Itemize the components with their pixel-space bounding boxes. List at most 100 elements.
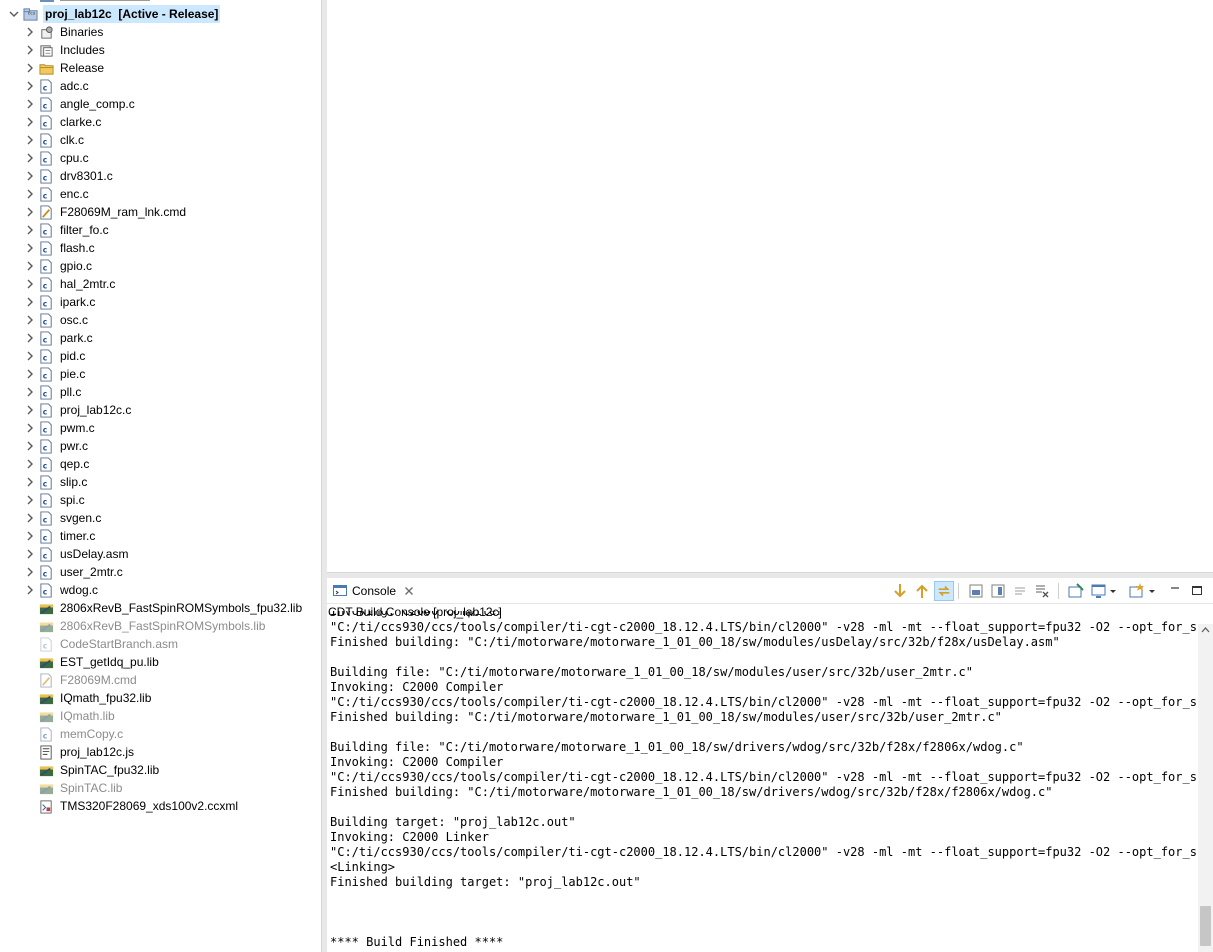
tree-item[interactable]: c pll.c (24, 383, 318, 401)
tree-item[interactable]: EST_getIdq_pu.lib (24, 653, 318, 671)
chevron-right-icon[interactable] (24, 329, 36, 347)
tree-item[interactable]: Release (24, 59, 318, 77)
tree-item[interactable]: c usDelay.asm (24, 545, 318, 563)
link-with-selection-icon[interactable] (934, 581, 954, 601)
tree-item[interactable]: c pwr.c (24, 437, 318, 455)
maximize-icon[interactable] (1187, 581, 1207, 601)
tree-item[interactable]: 2806xRevB_FastSpinROMSymbols.lib (24, 617, 318, 635)
tree-item[interactable]: 2806xRevB_FastSpinROMSymbols_fpu32.lib (24, 599, 318, 617)
pin-console-icon[interactable] (1066, 581, 1086, 601)
tree-item[interactable]: c cpu.c (24, 149, 318, 167)
chevron-right-icon[interactable] (24, 95, 36, 113)
tree-item[interactable]: c user_2mtr.c (24, 563, 318, 581)
tree-item[interactable]: c enc.c (24, 185, 318, 203)
tree-item[interactable]: c spi.c (24, 491, 318, 509)
chevron-right-icon[interactable] (24, 311, 36, 329)
tree-item[interactable]: SpinTAC_fpu32.lib (24, 761, 318, 779)
chevron-right-icon[interactable] (24, 41, 36, 59)
chevron-right-icon[interactable] (24, 77, 36, 95)
tree-item[interactable]: c proj_lab12c.c (24, 401, 318, 419)
tree-item[interactable]: c drv8301.c (24, 167, 318, 185)
tree-item[interactable]: IQmath_fpu32.lib (24, 689, 318, 707)
scroll-down-icon[interactable] (890, 581, 910, 601)
tree-item[interactable]: F28069M.cmd (24, 671, 318, 689)
tree-item[interactable]: c hal_2mtr.c (24, 275, 318, 293)
tree-item[interactable]: Binaries (24, 23, 318, 41)
scroll-up-icon[interactable] (912, 581, 932, 601)
chevron-right-icon[interactable] (24, 545, 36, 563)
chevron-right-icon[interactable] (24, 293, 36, 311)
tree-item[interactable]: c gpio.c (24, 257, 318, 275)
chevron-right-icon[interactable] (24, 437, 36, 455)
console-output[interactable]: "C:/ti/ccs930/ccs/tools/compiler/ti-cgt-… (330, 620, 1198, 950)
tree-item[interactable]: Includes (24, 41, 318, 59)
chevron-right-icon[interactable] (24, 59, 36, 77)
tree-item[interactable]: c pie.c (24, 365, 318, 383)
tree-item[interactable]: c adc.c (24, 77, 318, 95)
chevron-right-icon[interactable] (24, 131, 36, 149)
chevron-right-icon[interactable] (24, 23, 36, 41)
chevron-right-icon[interactable] (24, 509, 36, 527)
tree-item[interactable]: c memCopy.c (24, 725, 318, 743)
dropdown-arrow-icon[interactable] (1147, 581, 1157, 601)
tree-item[interactable]: c park.c (24, 329, 318, 347)
scroll-up-arrow-icon[interactable] (1198, 624, 1213, 636)
tab-console[interactable]: Console (327, 578, 422, 604)
tree-item[interactable]: SpinTAC.lib (24, 779, 318, 797)
clear-console-icon[interactable] (1032, 581, 1052, 601)
tree-item[interactable]: c CodeStartBranch.asm (24, 635, 318, 653)
tree-item[interactable]: c osc.c (24, 311, 318, 329)
project-root-row[interactable]: ccs proj_lab12c [Active - Release] (8, 5, 318, 23)
chevron-right-icon[interactable] (24, 185, 36, 203)
chevron-right-icon[interactable] (24, 203, 36, 221)
tree-item[interactable]: c flash.c (24, 239, 318, 257)
show-errors-icon[interactable] (966, 581, 986, 601)
tree-item[interactable]: c timer.c (24, 527, 318, 545)
chevron-right-icon[interactable] (24, 383, 36, 401)
tree-item[interactable]: c slip.c (24, 473, 318, 491)
show-warnings-icon[interactable] (988, 581, 1008, 601)
chevron-right-icon[interactable] (24, 365, 36, 383)
tree-item[interactable]: c angle_comp.c (24, 95, 318, 113)
minimize-icon[interactable] (1165, 581, 1185, 601)
chevron-right-icon[interactable] (24, 149, 36, 167)
tree-item[interactable]: c clarke.c (24, 113, 318, 131)
tree-item[interactable]: TMS320F28069_xds100v2.ccxml (24, 797, 318, 815)
lib-file-icon (39, 604, 54, 615)
dropdown-arrow-icon[interactable] (1108, 581, 1118, 601)
chevron-right-icon[interactable] (24, 239, 36, 257)
chevron-right-icon[interactable] (24, 527, 36, 545)
tree-item[interactable]: c filter_fo.c (24, 221, 318, 239)
chevron-right-icon[interactable] (24, 401, 36, 419)
chevron-right-icon[interactable] (24, 221, 36, 239)
scrollbar-thumb[interactable] (1200, 906, 1211, 946)
tree-item[interactable]: c pwm.c (24, 419, 318, 437)
chevron-down-icon[interactable] (8, 5, 20, 23)
chevron-right-icon[interactable] (24, 581, 36, 599)
tree-item[interactable]: c ipark.c (24, 293, 318, 311)
chevron-right-icon[interactable] (24, 563, 36, 581)
chevron-right-icon[interactable] (24, 419, 36, 437)
word-wrap-icon[interactable] (1010, 581, 1030, 601)
chevron-right-icon[interactable] (24, 275, 36, 293)
tree-item[interactable]: c clk.c (24, 131, 318, 149)
tree-item[interactable]: IQmath.lib (24, 707, 318, 725)
chevron-right-icon[interactable] (24, 167, 36, 185)
tree-item[interactable]: c wdog.c (24, 581, 318, 599)
open-console-icon[interactable] (1127, 581, 1147, 601)
tree-item[interactable]: F28069M_ram_lnk.cmd (24, 203, 318, 221)
tree-item[interactable]: c svgen.c (24, 509, 318, 527)
display-console-icon[interactable] (1089, 581, 1109, 601)
chevron-right-icon[interactable] (24, 455, 36, 473)
chevron-right-icon[interactable] (24, 113, 36, 131)
close-icon[interactable] (404, 586, 414, 596)
chevron-right-icon[interactable] (24, 491, 36, 509)
tree-item[interactable]: c qep.c (24, 455, 318, 473)
chevron-right-icon[interactable] (24, 473, 36, 491)
chevron-right-icon[interactable] (24, 347, 36, 365)
tree-item[interactable]: c pid.c (24, 347, 318, 365)
chevron-right-icon[interactable] (24, 257, 36, 275)
console-scrollbar[interactable] (1198, 624, 1213, 952)
tree-item[interactable]: proj_lab12c.js (24, 743, 318, 761)
project-status: [Active - Release] (118, 7, 219, 21)
